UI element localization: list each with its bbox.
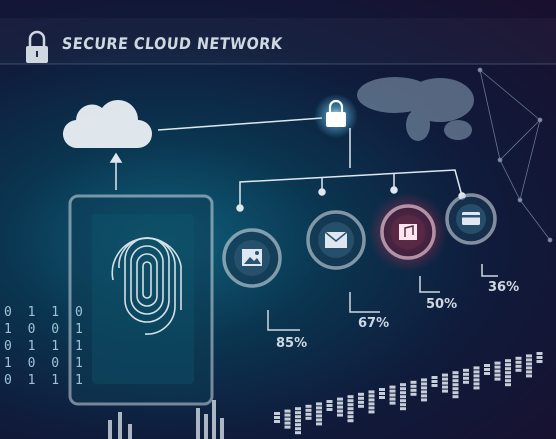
equalizer-bars bbox=[108, 400, 224, 439]
cloud-lock-connector bbox=[157, 117, 323, 131]
branch-lines bbox=[236, 128, 466, 212]
page-title: SECURE CLOUD NETWORK bbox=[61, 34, 284, 53]
stat-label-mail: 67% bbox=[358, 316, 390, 331]
world-map-dots bbox=[357, 77, 474, 141]
stat-circle-mail bbox=[306, 210, 366, 270]
credit-card-icon bbox=[462, 212, 480, 225]
music-icon bbox=[399, 224, 417, 240]
stat-circle-card bbox=[445, 193, 497, 245]
stat-circle-image bbox=[222, 228, 282, 288]
cloud-icon bbox=[62, 99, 152, 149]
binary-code-text: 0 1 1 0 1 0 0 1 0 1 1 1 1 0 0 1 0 1 1 1 bbox=[4, 305, 87, 388]
up-arrow-icon bbox=[109, 152, 123, 190]
mail-icon bbox=[324, 231, 348, 248]
secure-network-illustration: SECURE CLOUD NETWORK 85% 67% 50% 36% 0 1… bbox=[0, 0, 556, 439]
stat-label-music: 50% bbox=[426, 297, 458, 312]
image-icon bbox=[242, 249, 262, 266]
network-lock-icon bbox=[314, 94, 358, 138]
dot-matrix bbox=[274, 352, 543, 435]
stat-label-card: 36% bbox=[488, 280, 520, 295]
stat-circle-music bbox=[368, 192, 448, 272]
stat-label-image: 85% bbox=[276, 336, 308, 351]
